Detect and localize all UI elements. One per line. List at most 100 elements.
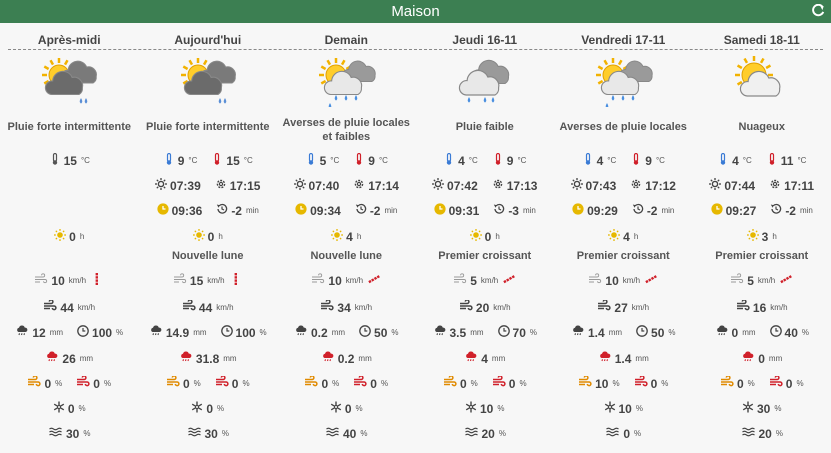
wind-red-icon — [76, 376, 90, 391]
snow-probability: 0% — [330, 401, 363, 416]
wind-icon — [730, 273, 744, 288]
sunshine-hours: 0h — [469, 229, 500, 244]
snowflake-icon — [465, 401, 477, 416]
sunshine-hours: 0h — [54, 229, 84, 244]
temp-max: 15 °C — [211, 153, 253, 168]
thermometer-hot-icon — [766, 153, 778, 168]
temp-min: 4 °C — [717, 153, 752, 168]
temperature: 15 °C — [49, 153, 90, 168]
fog-probability: 20% — [464, 426, 506, 441]
widget-header: Maison — [0, 0, 831, 23]
sun-icon — [192, 229, 205, 244]
wind-warning-red: 0% — [634, 376, 668, 391]
heavy-rain-icon — [598, 351, 612, 366]
heavy-rain-amount: 31.8 mm — [179, 351, 237, 366]
fog-probability: 30% — [48, 426, 90, 441]
sunrise: 07:39 — [155, 178, 201, 193]
sunrise: 07:42 — [432, 178, 478, 193]
snow-probability: 0% — [53, 401, 86, 416]
snowflake-icon — [53, 401, 65, 416]
wind-warning-orange: 0% — [166, 376, 201, 391]
wind-icon — [453, 273, 467, 288]
condition-text: Averses de pluie locales et faibles — [282, 117, 410, 143]
sunrise-icon — [293, 178, 306, 193]
day-length-change: -2 min — [770, 203, 813, 218]
sun-icon — [331, 229, 344, 244]
wind-orange-icon — [720, 376, 734, 391]
snowflake-icon — [191, 401, 203, 416]
thermometer-cold-icon — [717, 153, 729, 168]
wind-warning-red: 0% — [769, 376, 804, 391]
wind-gust: 44 km/h — [43, 300, 95, 315]
sunrise-icon — [570, 178, 583, 193]
sunrise: 07:44 — [709, 178, 755, 193]
gust-icon — [182, 300, 196, 315]
rain-probability: 70% — [497, 325, 537, 340]
wind-speed: 10 km/h — [588, 273, 640, 288]
rain-cloud-icon — [294, 325, 308, 340]
wind-warning-orange: 0% — [27, 376, 62, 391]
fog-probability: 20% — [741, 426, 783, 441]
day-name: Vendredi 17-11 — [581, 33, 666, 47]
wind-icon — [173, 273, 187, 288]
heavy-rain-amount: 26 mm — [45, 351, 93, 366]
rain-probability: 50% — [359, 325, 399, 340]
wind-icon — [34, 273, 48, 288]
weather-icon-showers-sun — [319, 58, 376, 107]
condition-text: Averses de pluie locales — [559, 121, 687, 133]
wind-speed: 5 km/h — [730, 273, 775, 288]
day-name: Jeudi 16-11 — [452, 33, 518, 47]
windsock-icon — [644, 274, 658, 288]
gust-icon — [43, 300, 58, 315]
wind-orange-icon — [304, 376, 319, 391]
condition-text: Pluie faible — [455, 121, 514, 133]
snowflake-icon — [742, 401, 754, 416]
day-name: Après-midi — [37, 33, 101, 47]
thermometer-hot-icon — [630, 153, 642, 168]
thermometer-icon — [49, 153, 61, 168]
heavy-rain-icon — [179, 351, 193, 366]
rain-cloud-icon — [433, 325, 447, 340]
clock-icon — [220, 325, 233, 340]
day-length-change: -2 min — [355, 203, 397, 218]
gust-icon — [736, 300, 750, 315]
fog-icon — [741, 426, 756, 441]
sunset: 17:15 — [215, 178, 260, 193]
wind-gust: 27 km/h — [597, 300, 649, 315]
sunrise: 07:43 — [570, 178, 616, 193]
day-length-change: -2 min — [216, 203, 259, 218]
day-name: Aujourd'hui — [174, 33, 242, 47]
gust-icon — [320, 300, 335, 315]
rain-amount: 0.2 mm — [294, 325, 345, 340]
wind-speed: 10 km/h — [311, 273, 363, 288]
moon-phase: Premier croissant — [438, 250, 532, 262]
day-length: 09:31 — [434, 203, 479, 218]
history-icon — [355, 203, 367, 218]
clock-icon — [769, 325, 782, 340]
rain-cloud-icon — [149, 325, 163, 340]
sunset: 17:13 — [492, 178, 537, 193]
history-icon — [493, 203, 505, 218]
sunshine-hours: 4h — [608, 229, 638, 244]
heavy-rain-icon — [464, 351, 478, 366]
snow-probability: 30% — [742, 401, 781, 416]
forecast-column: Après-midi Pluie forte intermittente 15 °C 0… — [0, 23, 139, 453]
rain-cloud-icon — [715, 325, 729, 340]
temp-min: 5 °C — [305, 153, 339, 168]
history-icon — [770, 203, 782, 218]
wind-orange-icon — [578, 376, 592, 391]
refresh-icon[interactable] — [811, 4, 825, 18]
temp-max: 9 °C — [630, 153, 665, 168]
wind-speed: 5 km/h — [453, 273, 498, 288]
wind-orange-icon — [443, 376, 457, 391]
rain-amount: 1.4 mm — [571, 325, 622, 340]
heavy-rain-icon — [741, 351, 755, 366]
sunset: 17:12 — [630, 178, 676, 193]
rain-cloud-icon — [15, 325, 29, 340]
day-length: 09:27 — [711, 203, 756, 218]
heavy-rain-amount: 4 mm — [464, 351, 505, 366]
thermometer-hot-icon — [492, 153, 504, 168]
fog-icon — [325, 426, 340, 441]
wind-warning-red: 0% — [492, 376, 527, 391]
windsock-icon — [229, 273, 243, 288]
